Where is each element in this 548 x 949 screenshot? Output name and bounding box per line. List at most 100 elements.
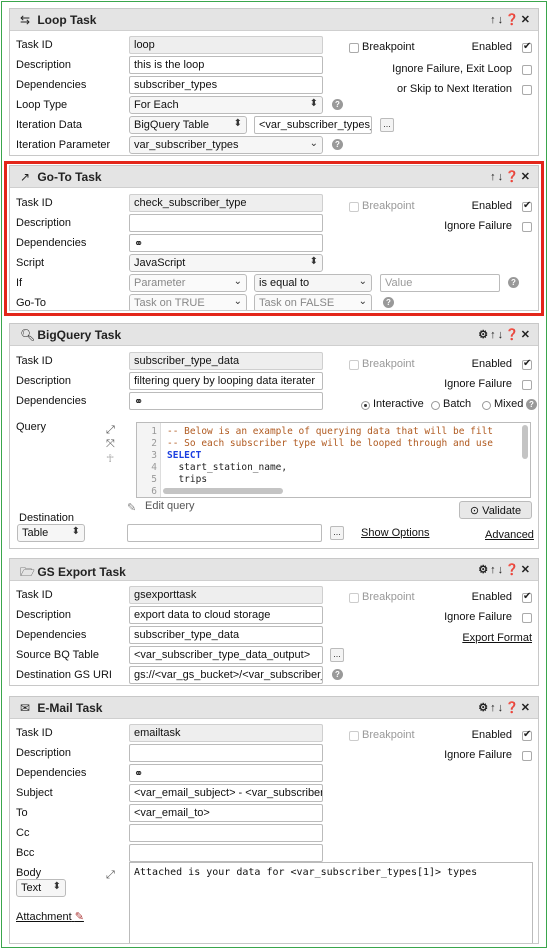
- cc-input[interactable]: [129, 824, 323, 842]
- dependencies-input[interactable]: subscriber_types: [129, 76, 323, 94]
- help-icon[interactable]: ?: [332, 669, 343, 680]
- help-icon[interactable]: ?: [526, 399, 537, 410]
- destination-select[interactable]: Table ⬍: [17, 524, 85, 542]
- close-icon[interactable]: ✕: [521, 13, 532, 26]
- description-label: Description: [16, 747, 72, 759]
- description-label: Description: [16, 375, 72, 387]
- close-icon[interactable]: ✕: [521, 328, 532, 341]
- breakpoint-checkbox[interactable]: [349, 731, 359, 741]
- enabled-checkbox[interactable]: [522, 729, 532, 741]
- move-up-icon[interactable]: ↑: [490, 329, 498, 341]
- gs-export-task-title-text: GS Export Task: [37, 565, 126, 579]
- show-options-link[interactable]: Show Options: [361, 527, 429, 539]
- code-line: -- Below is an example of querying data …: [167, 426, 494, 437]
- expand-icon[interactable]: ⤢: [106, 424, 115, 437]
- loop-task-panel: ⇆ Loop Task ↑↓❓✕ Task ID loop Descriptio…: [9, 8, 539, 156]
- dependencies-input[interactable]: ⚭: [129, 392, 323, 410]
- task-id-input[interactable]: gsexporttask: [129, 586, 323, 604]
- help-icon[interactable]: ?: [332, 99, 343, 110]
- task-id-label: Task ID: [16, 39, 53, 51]
- iteration-data-value-input[interactable]: <var_subscriber_types_: [254, 116, 372, 134]
- to-input[interactable]: <var_email_to>: [129, 804, 323, 822]
- help-icon[interactable]: ?: [332, 139, 343, 150]
- help-icon[interactable]: ❓: [505, 328, 521, 341]
- person-icon[interactable]: ☥: [106, 452, 114, 465]
- description-input[interactable]: [129, 744, 323, 762]
- description-input[interactable]: export data to cloud storage: [129, 606, 323, 624]
- description-input[interactable]: filtering query by looping data iterater: [129, 372, 323, 390]
- mixed-label: Mixed: [494, 398, 524, 410]
- export-format-link[interactable]: Export Format: [462, 632, 532, 644]
- move-up-icon[interactable]: ↑: [490, 564, 498, 576]
- task-id-input[interactable]: emailtask: [129, 724, 323, 742]
- gear-icon[interactable]: ⚙: [478, 701, 490, 714]
- breakpoint-checkbox[interactable]: [349, 360, 359, 370]
- destination-label: Destination: [19, 512, 75, 524]
- dependencies-label: Dependencies: [16, 79, 87, 91]
- source-bq-table-label: Source BQ Table: [16, 649, 99, 661]
- breakpoint-checkbox[interactable]: [349, 593, 359, 603]
- loop-task-title: ⇆ Loop Task: [20, 13, 96, 27]
- more-button[interactable]: ...: [330, 526, 344, 540]
- destination-gs-uri-input[interactable]: gs://<var_gs_bucket>/<var_subscriber_: [129, 666, 323, 684]
- body-textarea[interactable]: Attached is your data for <var_subscribe…: [129, 862, 533, 943]
- enabled-checkbox[interactable]: [522, 41, 532, 53]
- destination-input[interactable]: [127, 524, 322, 542]
- horizontal-scrollbar[interactable]: [163, 488, 283, 494]
- move-down-icon[interactable]: ↓: [498, 14, 506, 26]
- ignore-failure-label: Ignore Failure, Exit Loop: [392, 63, 512, 75]
- help-icon[interactable]: ❓: [505, 13, 521, 26]
- enabled-checkbox[interactable]: [522, 358, 532, 370]
- move-up-icon[interactable]: ↑: [490, 702, 498, 714]
- loop-type-select[interactable]: For Each ⬍: [129, 96, 323, 114]
- move-down-icon[interactable]: ↓: [498, 702, 506, 714]
- skip-next-checkbox[interactable]: [522, 85, 532, 95]
- move-down-icon[interactable]: ↓: [498, 564, 506, 576]
- gear-icon[interactable]: ⚙: [478, 328, 490, 341]
- enabled-checkbox[interactable]: [522, 591, 532, 603]
- task-id-input[interactable]: loop: [129, 36, 323, 54]
- interactive-label: Interactive: [373, 398, 424, 410]
- query-editor[interactable]: 1 2 3 4 5 6 -- Below is an example of querying…: [136, 422, 531, 498]
- iteration-data-select[interactable]: BigQuery Table ⬍: [129, 116, 247, 134]
- advanced-link[interactable]: Advanced: [485, 529, 534, 541]
- source-bq-table-input[interactable]: <var_subscriber_type_data_output>: [129, 646, 323, 664]
- batch-label: Batch: [443, 398, 472, 410]
- breakpoint-label: Breakpoint: [362, 41, 415, 53]
- ignore-failure-checkbox[interactable]: [522, 65, 532, 75]
- bcc-input[interactable]: [129, 844, 323, 862]
- dependencies-input[interactable]: ⚭: [129, 764, 323, 782]
- mixed-radio[interactable]: [482, 401, 491, 410]
- more-button[interactable]: ...: [380, 118, 394, 132]
- help-icon[interactable]: ❓: [505, 701, 521, 714]
- body-type-select[interactable]: Text ⬍: [16, 879, 66, 897]
- move-up-icon[interactable]: ↑: [490, 14, 498, 26]
- expand-icon[interactable]: ⤢: [106, 869, 115, 882]
- ignore-failure-checkbox[interactable]: [522, 380, 532, 390]
- fullscreen-icon[interactable]: ⤧: [106, 438, 115, 451]
- interactive-radio[interactable]: [361, 401, 370, 410]
- gear-icon[interactable]: ⚙: [478, 563, 490, 576]
- batch-radio[interactable]: [431, 401, 440, 410]
- more-button[interactable]: ...: [330, 648, 344, 662]
- subject-input[interactable]: <var_email_subject> - <var_subscriber_: [129, 784, 323, 802]
- bigquery-task-title: 🔍︎ BigQuery Task: [20, 328, 121, 342]
- dependencies-input[interactable]: subscriber_type_data: [129, 626, 323, 644]
- description-label: Description: [16, 609, 72, 621]
- edit-query-link[interactable]: Edit query: [145, 500, 195, 512]
- close-icon[interactable]: ✕: [521, 701, 532, 714]
- move-down-icon[interactable]: ↓: [498, 329, 506, 341]
- iteration-parameter-select[interactable]: var_subscriber_types ⌄: [129, 136, 323, 154]
- help-icon[interactable]: ❓: [505, 563, 521, 576]
- breakpoint-checkbox[interactable]: [349, 43, 359, 53]
- loop-type-value: For Each: [134, 99, 179, 111]
- ignore-failure-checkbox[interactable]: [522, 751, 532, 761]
- ignore-failure-checkbox[interactable]: [522, 613, 532, 623]
- attachment-link[interactable]: Attachment ✎: [16, 910, 84, 923]
- description-input[interactable]: this is the loop: [129, 56, 323, 74]
- task-id-input[interactable]: subscriber_type_data: [129, 352, 323, 370]
- gs-export-task-header: 🗁︎ GS Export Task ⚙↑↓❓✕: [10, 559, 538, 581]
- validate-button[interactable]: ⊙ Validate: [459, 501, 532, 519]
- close-icon[interactable]: ✕: [521, 563, 532, 576]
- vertical-scrollbar[interactable]: [522, 425, 528, 459]
